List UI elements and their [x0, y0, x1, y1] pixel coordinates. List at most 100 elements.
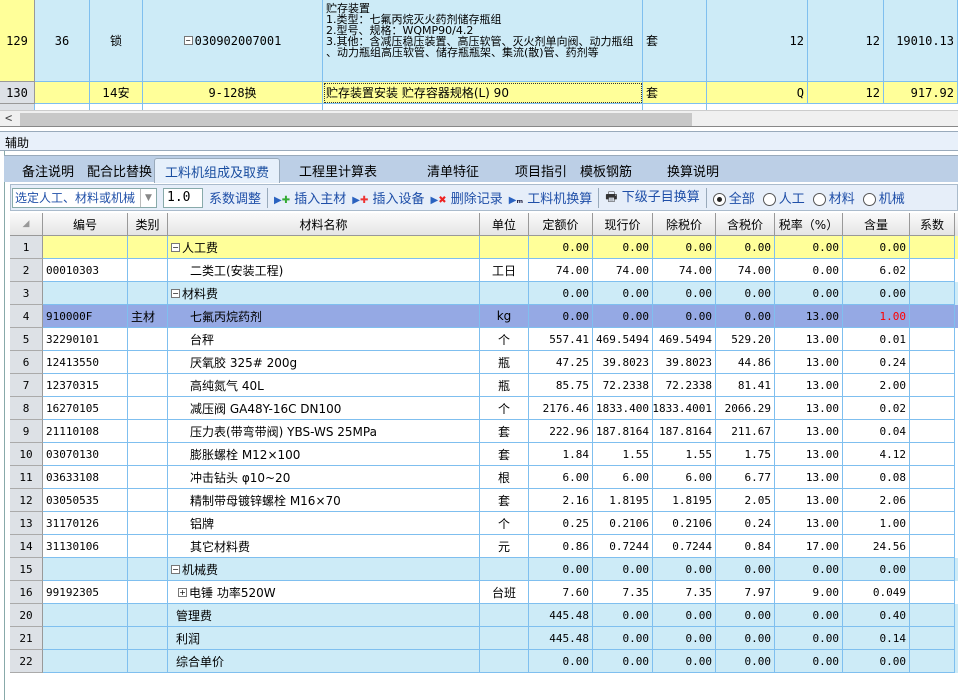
description-cell[interactable]: 贮存装置 1.类型：七氟丙烷灭火药剂储存瓶组 2.型号、规格：WQMP90/4.…	[323, 0, 643, 82]
code-cell[interactable]: 31130106	[43, 535, 128, 558]
table-row[interactable]: 16 99192305 + 电锤 功率520W 台班 7.60 7.35 7.35 7.…	[10, 581, 958, 604]
value-cell[interactable]: 0.00	[716, 604, 775, 627]
unit-cell[interactable]: 根	[480, 466, 529, 489]
value-cell[interactable]: 1833.4001	[653, 397, 716, 420]
unit-cell[interactable]: 瓶	[480, 374, 529, 397]
value-cell[interactable]: 0.00	[529, 305, 593, 328]
value-cell[interactable]: 81.41	[716, 374, 775, 397]
unit-cell[interactable]: kg	[480, 305, 529, 328]
value-cell[interactable]: 74.00	[716, 259, 775, 282]
value-cell[interactable]: 0.00	[775, 627, 843, 650]
radio-icon[interactable]	[862, 193, 876, 206]
value-cell[interactable]: 2.16	[529, 489, 593, 512]
code-cell[interactable]: 03633108	[43, 466, 128, 489]
value-cell[interactable]: 1.00	[843, 305, 910, 328]
type-cell[interactable]	[128, 489, 168, 512]
type-cell[interactable]	[128, 397, 168, 420]
value-cell[interactable]: 13.00	[775, 374, 843, 397]
value-cell[interactable]: 7.35	[593, 581, 653, 604]
table-row[interactable]: 4 910000F 主材 七氟丙烷药剂 kg 0.00 0.00 0.00 0.00 1…	[10, 305, 958, 328]
value-cell[interactable]: 6.77	[716, 466, 775, 489]
value-cell[interactable]: 0.00	[775, 259, 843, 282]
unit-cell[interactable]: 台班	[480, 581, 529, 604]
scroll-left-icon[interactable]: <	[5, 111, 12, 125]
table-row[interactable]: 6 12413550 厌氧胶 325# 200g 瓶 47.25 39.8023 3…	[10, 351, 958, 374]
value-cell[interactable]: 13.00	[775, 305, 843, 328]
row-number[interactable]: 9	[10, 420, 43, 443]
value-cell[interactable]: 13.00	[775, 512, 843, 535]
table-row[interactable]: 2 00010303 二类工(安装工程) 工日 74.00 74.00 74.00 7…	[10, 259, 958, 282]
sub-item-convert-button[interactable]: 🖶 下级子目换算	[605, 186, 699, 210]
name-cell[interactable]: 厌氧胶 325# 200g	[168, 351, 480, 374]
chevron-down-icon[interactable]: ▼	[140, 188, 156, 207]
value-cell[interactable]: 529.20	[716, 328, 775, 351]
type-cell[interactable]	[128, 627, 168, 650]
table-row[interactable]: 15 − 机械费 0.00 0.00 0.00 0.00 0.00 0.00	[10, 558, 958, 581]
value-cell[interactable]: 6.00	[529, 466, 593, 489]
value-cell[interactable]: 0.00	[775, 236, 843, 259]
value-cell[interactable]: 0.00	[593, 604, 653, 627]
column-header[interactable]: 编号	[43, 213, 128, 236]
unit-cell[interactable]	[480, 236, 529, 259]
value-cell[interactable]: 469.5494	[593, 328, 653, 351]
radio-icon[interactable]	[712, 193, 726, 206]
value-cell[interactable]: 13.00	[775, 328, 843, 351]
value-cell[interactable]: 0.84	[716, 535, 775, 558]
row-number[interactable]: 7	[10, 374, 43, 397]
bill-row[interactable]: 130 14安 9-128换 贮存装置安装 贮存容器规格(L) 90 套 Q 1…	[0, 82, 958, 104]
coefficient-cell[interactable]	[910, 604, 955, 627]
name-cell[interactable]: − 机械费	[168, 558, 480, 581]
filter-radio[interactable]: 机械	[862, 188, 905, 207]
value-cell[interactable]: 0.00	[653, 604, 716, 627]
row-number[interactable]: 10	[10, 443, 43, 466]
type-cell[interactable]	[128, 581, 168, 604]
type-cell[interactable]: 主材	[128, 305, 168, 328]
value-cell[interactable]: 0.86	[529, 535, 593, 558]
name-cell[interactable]: 压力表(带弯带阀) YBS-WS 25MPa	[168, 420, 480, 443]
type-cell[interactable]	[128, 236, 168, 259]
tag-cell[interactable]: 锁	[90, 0, 143, 82]
horizontal-scrollbar[interactable]: <	[0, 110, 958, 127]
coefficient-cell[interactable]	[910, 397, 955, 420]
row-number[interactable]: 20	[10, 604, 43, 627]
select-all-corner[interactable]: ◢	[10, 213, 43, 236]
amount-cell[interactable]: 917.92	[884, 82, 958, 104]
column-header[interactable]: 税率（%）	[775, 213, 843, 236]
value-cell[interactable]: 0.00	[653, 282, 716, 305]
code-cell[interactable]: 99192305	[43, 581, 128, 604]
value-cell[interactable]: 6.00	[593, 466, 653, 489]
unit-cell[interactable]: 套	[643, 0, 707, 82]
collapse-icon[interactable]: −	[171, 242, 180, 252]
quantity-cell[interactable]: 12	[808, 82, 884, 104]
code-cell[interactable]	[43, 604, 128, 627]
code-cell[interactable]: 03050535	[43, 489, 128, 512]
unit-cell[interactable]: 套	[480, 489, 529, 512]
row-number[interactable]: 15	[10, 558, 43, 581]
type-cell[interactable]	[128, 443, 168, 466]
value-cell[interactable]: 0.00	[716, 305, 775, 328]
name-cell[interactable]: 铝牌	[168, 512, 480, 535]
value-cell[interactable]: 0.24	[843, 351, 910, 374]
value-cell[interactable]: 445.48	[529, 604, 593, 627]
row-number[interactable]: 12	[10, 489, 43, 512]
row-number[interactable]: 2	[10, 259, 43, 282]
unit-cell[interactable]: 套	[480, 443, 529, 466]
table-row[interactable]: 14 31130106 其它材料费 元 0.86 0.7244 0.7244 0.84…	[10, 535, 958, 558]
coefficient-cell[interactable]	[910, 374, 955, 397]
table-row[interactable]: 12 03050535 精制带母镀锌螺栓 M16×70 套 2.16 1.8195…	[10, 489, 958, 512]
row-number[interactable]: 14	[10, 535, 43, 558]
value-cell[interactable]: 13.00	[775, 443, 843, 466]
value-cell[interactable]: 469.5494	[653, 328, 716, 351]
seq-cell[interactable]: 36	[35, 0, 90, 82]
name-cell[interactable]: − 材料费	[168, 282, 480, 305]
value-cell[interactable]: 222.96	[529, 420, 593, 443]
value-cell[interactable]: 39.8023	[593, 351, 653, 374]
name-cell[interactable]: 台秤	[168, 328, 480, 351]
table-row[interactable]: 13 31170126 铝牌 个 0.25 0.2106 0.2106 0.24 13.…	[10, 512, 958, 535]
glj-convert-button[interactable]: ▶ₘ 工料机换算	[509, 188, 593, 207]
unit-cell[interactable]: 个	[480, 397, 529, 420]
row-number[interactable]: 130	[0, 82, 35, 104]
value-cell[interactable]: 0.00	[843, 282, 910, 305]
value-cell[interactable]: 0.7244	[653, 535, 716, 558]
column-header[interactable]: 单位	[480, 213, 529, 236]
